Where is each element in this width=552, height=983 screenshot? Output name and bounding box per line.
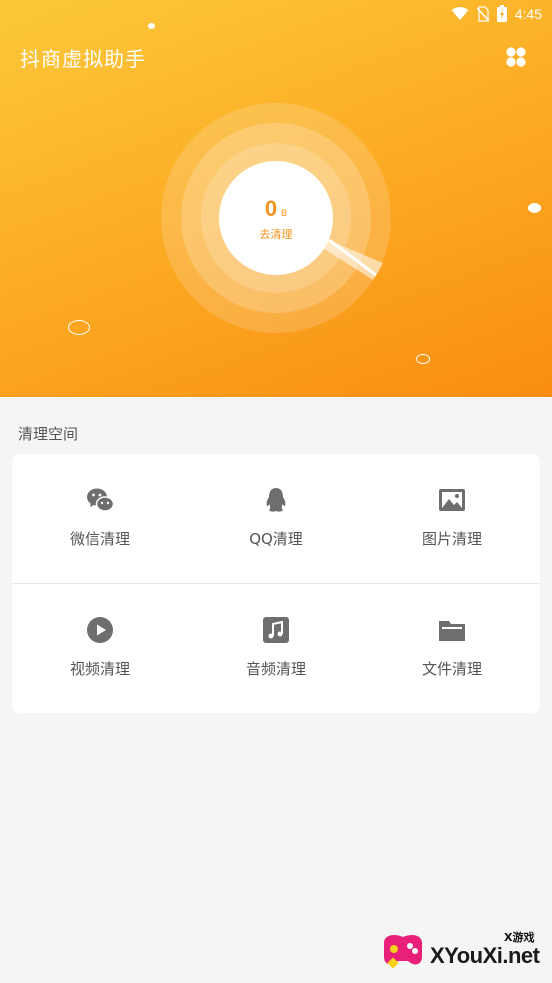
app-title: 抖商虚拟助手: [20, 47, 146, 71]
clean-action-label: 去清理: [259, 228, 293, 241]
folder-icon: [439, 621, 465, 641]
tile-label: 视频清理: [69, 660, 130, 678]
tile-image-clean[interactable]: 图片清理: [364, 454, 540, 583]
music-note-icon: [263, 617, 289, 643]
wifi-icon: [451, 6, 469, 20]
section-title: 清理空间: [18, 425, 79, 443]
tile-audio-clean[interactable]: 音频清理: [188, 584, 364, 713]
size-value: 0: [264, 196, 278, 221]
status-time: 4:45: [514, 5, 542, 22]
hero-panel: 4:45 抖商虚拟助手 0B 去清理: [0, 0, 552, 397]
no-sim-icon: [476, 5, 489, 22]
tile-file-clean[interactable]: 文件清理: [364, 584, 540, 713]
tile-label: 文件清理: [421, 660, 482, 678]
tile-label: QQ清理: [249, 530, 303, 548]
tile-label: 音频清理: [245, 660, 306, 678]
decor-bubble: [68, 320, 90, 335]
gamepad-logo-icon: [384, 935, 422, 969]
tile-qq-clean[interactable]: QQ清理: [188, 454, 364, 583]
decor-bubble: [528, 203, 541, 213]
decor-bubble: [416, 354, 430, 364]
watermark-text: XYouXi.net: [430, 943, 540, 968]
tile-label: 图片清理: [421, 530, 482, 548]
wechat-icon: [87, 488, 114, 512]
qq-icon: [266, 488, 286, 512]
tile-label: 微信清理: [69, 530, 130, 548]
clean-options-card: 微信清理 QQ清理 图片清理 视频清理 音频清理 文件清理: [12, 454, 540, 713]
decor-bubble: [148, 23, 155, 29]
clean-button[interactable]: 0B 去清理: [219, 161, 333, 275]
battery-charging-icon: [496, 5, 507, 22]
grid-menu-icon[interactable]: [505, 46, 527, 68]
storage-size: 0B: [219, 196, 333, 222]
status-bar: 4:45: [0, 0, 552, 28]
site-watermark: X游戏 XYouXi.net: [380, 925, 550, 977]
video-play-icon: [87, 617, 113, 643]
image-icon: [439, 489, 465, 511]
size-unit: B: [281, 208, 288, 218]
tile-wechat-clean[interactable]: 微信清理: [12, 454, 188, 583]
tile-video-clean[interactable]: 视频清理: [12, 584, 188, 713]
